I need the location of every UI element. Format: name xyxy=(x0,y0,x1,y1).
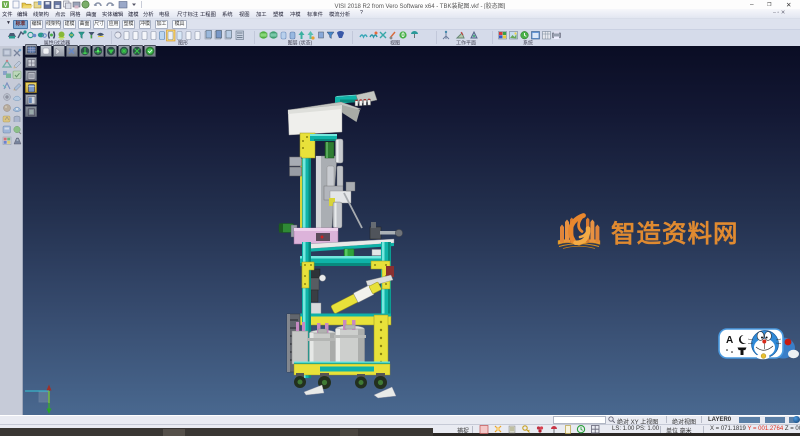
svg-text:A: A xyxy=(726,335,733,346)
svg-text:智造资料网: 智造资料网 xyxy=(611,219,739,248)
